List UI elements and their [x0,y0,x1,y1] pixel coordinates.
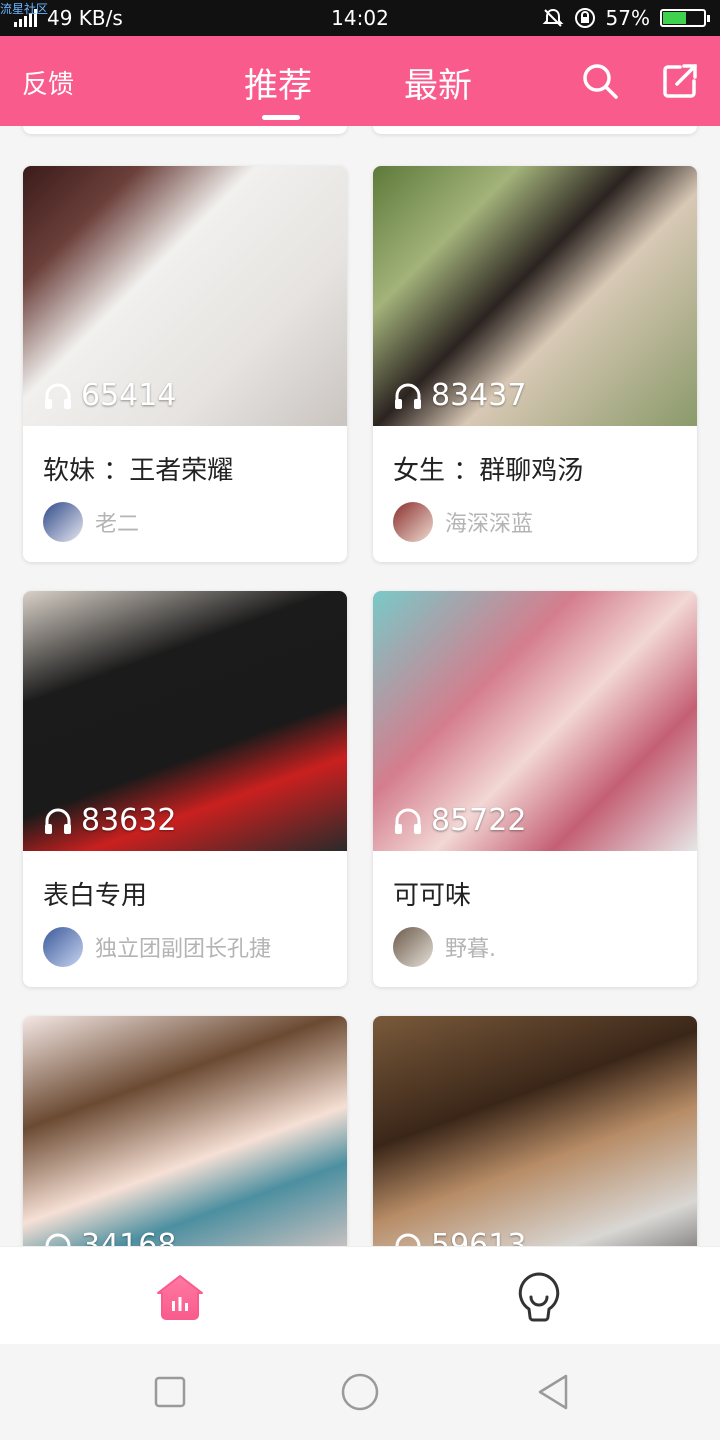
card-cover-image [23,1016,347,1246]
headphones-icon [395,383,421,409]
avatar[interactable] [43,502,83,542]
card-author[interactable]: 野暮. [393,927,496,967]
play-count-value: 83632 [81,803,177,838]
card-partial[interactable] [23,126,347,134]
avatar[interactable] [393,502,433,542]
author-name: 独立团副团长孔捷 [95,937,272,962]
tab-latest[interactable]: 最新 [404,58,472,107]
search-icon[interactable] [580,61,620,101]
play-count-value: 85722 [431,803,527,838]
discover-icon[interactable] [516,1271,562,1323]
top-bar: 反馈 推荐 最新 [0,36,720,126]
play-count-value: 65414 [81,378,177,413]
headphones-icon [45,1233,71,1246]
card-author[interactable]: 独立团副团长孔捷 [43,927,271,967]
voice-card[interactable]: 34168 [23,1016,347,1246]
play-count-value: 34168 [81,1228,177,1246]
play-count-value: 59613 [431,1228,527,1246]
system-nav-bar [0,1344,720,1440]
clock: 14:02 [331,6,389,30]
card-title: 表白专用 [43,881,148,911]
voice-card[interactable]: 65414 软妹 ：王者荣耀 老二 [23,166,347,562]
share-icon[interactable] [660,61,700,101]
home-icon[interactable] [155,1273,205,1321]
voice-card[interactable]: 83437 女生 ：群聊鸡汤 海深深蓝 [373,166,697,562]
voice-card[interactable]: 59613 [373,1016,697,1246]
headphones-icon [395,1233,421,1246]
card-cover-image [373,1016,697,1246]
back-button[interactable] [534,1372,574,1412]
author-name: 老二 [95,512,140,537]
author-name: 海深深蓝 [445,512,534,537]
card-author[interactable]: 老二 [43,502,139,542]
headphones-icon [45,808,71,834]
status-bar: 流星社区 49 KB/s 14:02 57% [0,0,720,36]
author-name: 野暮. [445,937,496,962]
voice-card[interactable]: 83632 表白专用 独立团副团长孔捷 [23,591,347,987]
home-button[interactable] [340,1372,380,1412]
headphones-icon [395,808,421,834]
card-author[interactable]: 海深深蓝 [393,502,533,542]
play-count: 59613 [393,1228,526,1246]
play-count: 34168 [43,1228,176,1246]
card-title: 软妹 ：王者荣耀 [43,456,234,486]
play-count-value: 83437 [431,378,527,413]
card-partial[interactable] [373,126,697,134]
play-count: 85722 [393,803,526,838]
play-count: 83437 [393,378,526,413]
tab-recommended[interactable]: 推荐 [244,58,312,107]
headphones-icon [45,383,71,409]
voice-card[interactable]: 85722 可可味 野暮. [373,591,697,987]
bottom-nav [0,1246,720,1345]
play-count: 83632 [43,803,176,838]
card-feed[interactable]: 65414 软妹 ：王者荣耀 老二 83437 女生 ：群聊鸡汤 海深深蓝 83… [0,126,720,1246]
avatar[interactable] [393,927,433,967]
card-title: 可可味 [393,881,472,911]
feedback-button[interactable]: 反馈 [22,64,74,101]
card-title: 女生 ：群聊鸡汤 [393,456,584,486]
recent-apps-button[interactable] [150,1372,190,1412]
avatar[interactable] [43,927,83,967]
active-tab-indicator [262,115,300,120]
play-count: 65414 [43,378,176,413]
battery-icon [660,9,710,27]
